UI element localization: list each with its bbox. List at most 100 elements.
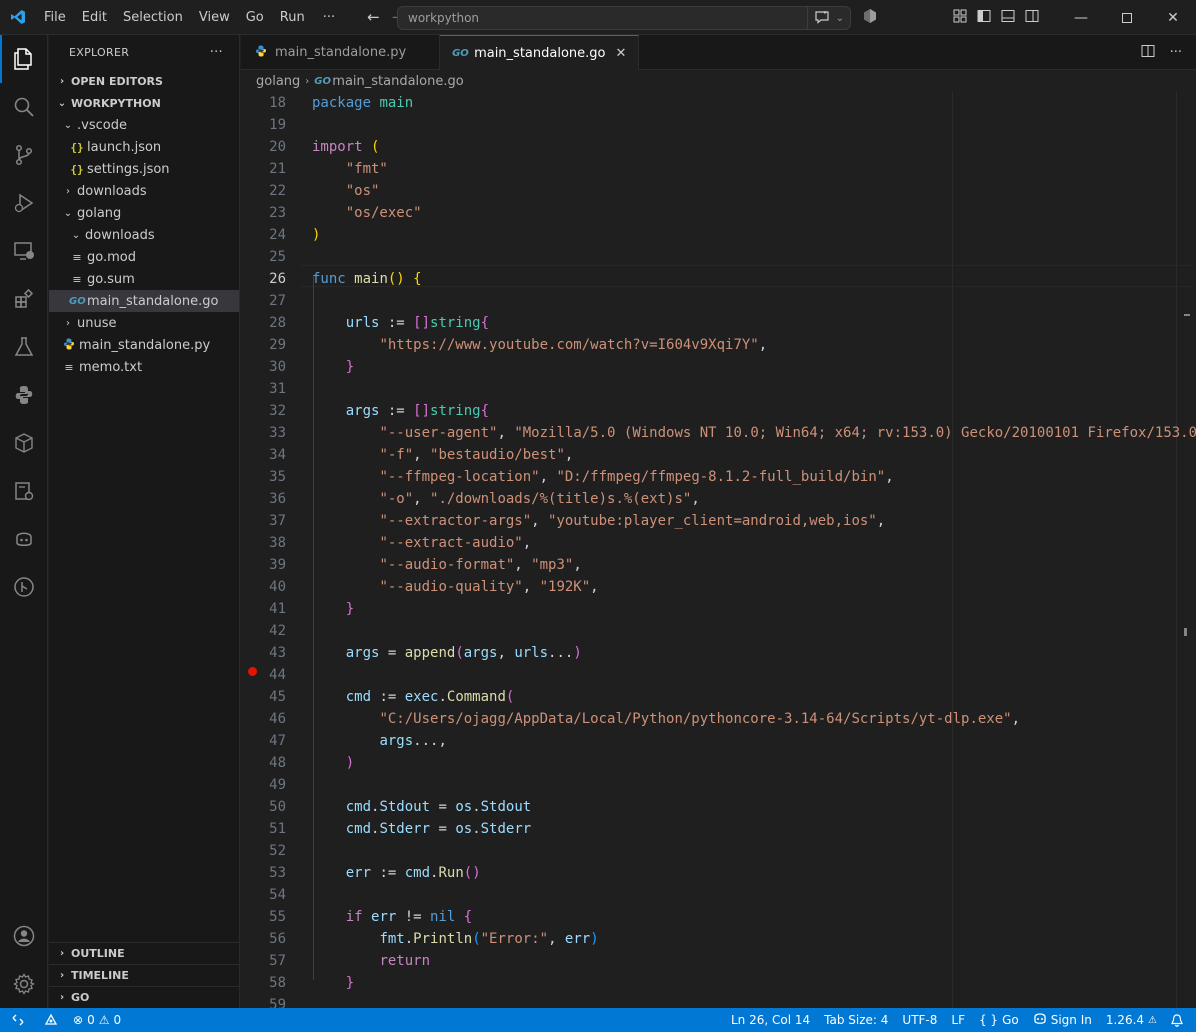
copilot-status-icon[interactable]	[862, 8, 878, 28]
explorer-icon[interactable]	[0, 35, 48, 83]
code-line[interactable]: 44	[241, 664, 1196, 686]
menu-go[interactable]: Go	[238, 0, 272, 35]
copilot-icon[interactable]	[0, 515, 48, 563]
run-debug-icon[interactable]	[0, 179, 48, 227]
code-line[interactable]: 34 "-f", "bestaudio/best",	[241, 444, 1196, 466]
toggle-secondary-sidebar-icon[interactable]	[1024, 8, 1040, 28]
remote-explorer-icon[interactable]	[0, 227, 48, 275]
tree-item-go-sum[interactable]: ≡ go.sum	[49, 268, 239, 290]
tree-item-main-standalone-py[interactable]: main_standalone.py	[49, 334, 239, 356]
code-editor[interactable]: 18 package main 19 20 import (21 "fmt" 22 "os…	[241, 92, 1196, 1008]
encoding[interactable]: UTF-8	[895, 1013, 944, 1027]
code-line[interactable]: 30 }	[241, 356, 1196, 378]
chevron-down-icon[interactable]: ⌄	[836, 13, 844, 24]
code-line[interactable]: 29 "https://www.youtube.com/watch?v=I604…	[241, 334, 1196, 356]
code-line[interactable]: 41 }	[241, 598, 1196, 620]
tree-item-go-mod[interactable]: ≡ go.mod	[49, 246, 239, 268]
tab-main-standalone-py[interactable]: main_standalone.py ✕	[241, 35, 441, 70]
breadcrumb-file[interactable]: main_standalone.go	[332, 74, 463, 89]
code-line[interactable]: 33 "--user-agent", "Mozilla/5.0 (Windows…	[241, 422, 1196, 444]
code-line[interactable]: 31	[241, 378, 1196, 400]
code-line[interactable]: 18 package main	[241, 92, 1196, 114]
code-line[interactable]: 56 fmt.Println("Error:", err)	[241, 928, 1196, 950]
code-line[interactable]: 22 "os"	[241, 180, 1196, 202]
code-line[interactable]: 55 if err != nil {	[241, 906, 1196, 928]
tree-item-memo-txt[interactable]: ≡ memo.txt	[49, 356, 239, 378]
outline-section[interactable]: › OUTLINE	[49, 942, 240, 964]
tree-item-golang-downloads-folder[interactable]: ⌄ downloads	[49, 224, 239, 246]
code-line[interactable]: 43 args = append(args, urls...)	[241, 642, 1196, 664]
source-control-icon[interactable]	[0, 131, 48, 179]
code-line[interactable]: 37 "--extractor-args", "youtube:player_c…	[241, 510, 1196, 532]
code-line[interactable]: 40 "--audio-quality", "192K",	[241, 576, 1196, 598]
menu-selection[interactable]: Selection	[115, 0, 191, 35]
cursor-position[interactable]: Ln 26, Col 14	[724, 1013, 817, 1027]
python-icon[interactable]	[0, 371, 48, 419]
tree-item-golang-folder[interactable]: ⌄ golang	[49, 202, 239, 224]
code-line[interactable]: 52	[241, 840, 1196, 862]
open-editors-section[interactable]: › OPEN EDITORS	[49, 70, 239, 92]
menu-view[interactable]: View	[191, 0, 238, 35]
code-line[interactable]: 49	[241, 774, 1196, 796]
language-mode[interactable]: { } Go	[972, 1013, 1026, 1027]
menu-file[interactable]: File	[36, 0, 74, 35]
copilot-chat-icon[interactable]	[814, 10, 830, 27]
accounts-icon[interactable]	[0, 912, 48, 960]
code-line[interactable]: 21 "fmt"	[241, 158, 1196, 180]
tree-item-settings-json[interactable]: {} settings.json	[49, 158, 239, 180]
workspace-section[interactable]: ⌄ WORKPYTHON	[49, 92, 239, 114]
timeline-section[interactable]: › TIMELINE	[49, 964, 240, 986]
toggle-panel-icon[interactable]	[1000, 8, 1016, 28]
code-line[interactable]: 38 "--extract-audio",	[241, 532, 1196, 554]
end-of-line[interactable]: LF	[944, 1013, 972, 1027]
code-line[interactable]: 28 urls := []string{	[241, 312, 1196, 334]
remote-indicator-icon[interactable]	[0, 1008, 36, 1032]
explorer-more-actions[interactable]: ···	[210, 45, 223, 60]
tree-item-downloads-folder[interactable]: › downloads	[49, 180, 239, 202]
live-share-icon[interactable]	[36, 1013, 66, 1027]
code-line[interactable]: 51 cmd.Stderr = os.Stderr	[241, 818, 1196, 840]
back-arrow-icon[interactable]: ←	[367, 8, 380, 26]
menu-edit[interactable]: Edit	[74, 0, 115, 35]
command-center-search[interactable]: workpython ⌄	[397, 6, 851, 30]
code-line[interactable]: 53 err := cmd.Run()	[241, 862, 1196, 884]
git-graph-icon[interactable]	[0, 563, 48, 611]
tree-item-launch-json[interactable]: {} launch.json	[49, 136, 239, 158]
code-line[interactable]: 24)	[241, 224, 1196, 246]
code-line[interactable]: 27	[241, 290, 1196, 312]
extensions-icon[interactable]	[0, 275, 48, 323]
code-line[interactable]: 47 args...,	[241, 730, 1196, 752]
code-line[interactable]: 42	[241, 620, 1196, 642]
go-section[interactable]: › GO	[49, 986, 240, 1008]
tab-size[interactable]: Tab Size: 4	[817, 1013, 895, 1027]
code-line[interactable]: 20 import (	[241, 136, 1196, 158]
code-line[interactable]: 25	[241, 246, 1196, 268]
code-line[interactable]: 50 cmd.Stdout = os.Stdout	[241, 796, 1196, 818]
testing-flask-icon[interactable]	[0, 323, 48, 371]
more-actions-icon[interactable]: ···	[1170, 45, 1182, 60]
code-line[interactable]: 39 "--audio-format", "mp3",	[241, 554, 1196, 576]
menu-more-button[interactable]: ···	[313, 0, 345, 35]
toggle-primary-sidebar-icon[interactable]	[976, 8, 992, 28]
code-line[interactable]: 48 )	[241, 752, 1196, 774]
project-manager-icon[interactable]	[0, 467, 48, 515]
settings-gear-icon[interactable]	[0, 960, 48, 1008]
code-line[interactable]: 46 "C:/Users/ojagg/AppData/Local/Python/…	[241, 708, 1196, 730]
problems-indicator[interactable]: ⊗ 0 ⚠ 0	[66, 1013, 128, 1027]
code-line[interactable]: 32 args := []string{	[241, 400, 1196, 422]
code-line[interactable]: 45 cmd := exec.Command(	[241, 686, 1196, 708]
menu-run[interactable]: Run	[272, 0, 313, 35]
code-line[interactable]: 59	[241, 994, 1196, 1008]
code-line[interactable]: 57 return	[241, 950, 1196, 972]
close-icon[interactable]: ✕	[615, 46, 626, 61]
search-icon[interactable]	[0, 83, 48, 131]
split-editor-icon[interactable]	[1140, 43, 1156, 63]
breadcrumb-folder[interactable]: golang	[256, 74, 300, 89]
tab-main-standalone-go[interactable]: GO main_standalone.go ✕	[440, 35, 640, 70]
code-line[interactable]: 54	[241, 884, 1196, 906]
code-line[interactable]: 58 }	[241, 972, 1196, 994]
code-line[interactable]: 26 func main() {	[241, 268, 1196, 290]
tree-item-unuse-folder[interactable]: › unuse	[49, 312, 239, 334]
tree-item-vscode-folder[interactable]: ⌄ .vscode	[49, 114, 239, 136]
vscode-logo-icon[interactable]	[0, 0, 36, 35]
